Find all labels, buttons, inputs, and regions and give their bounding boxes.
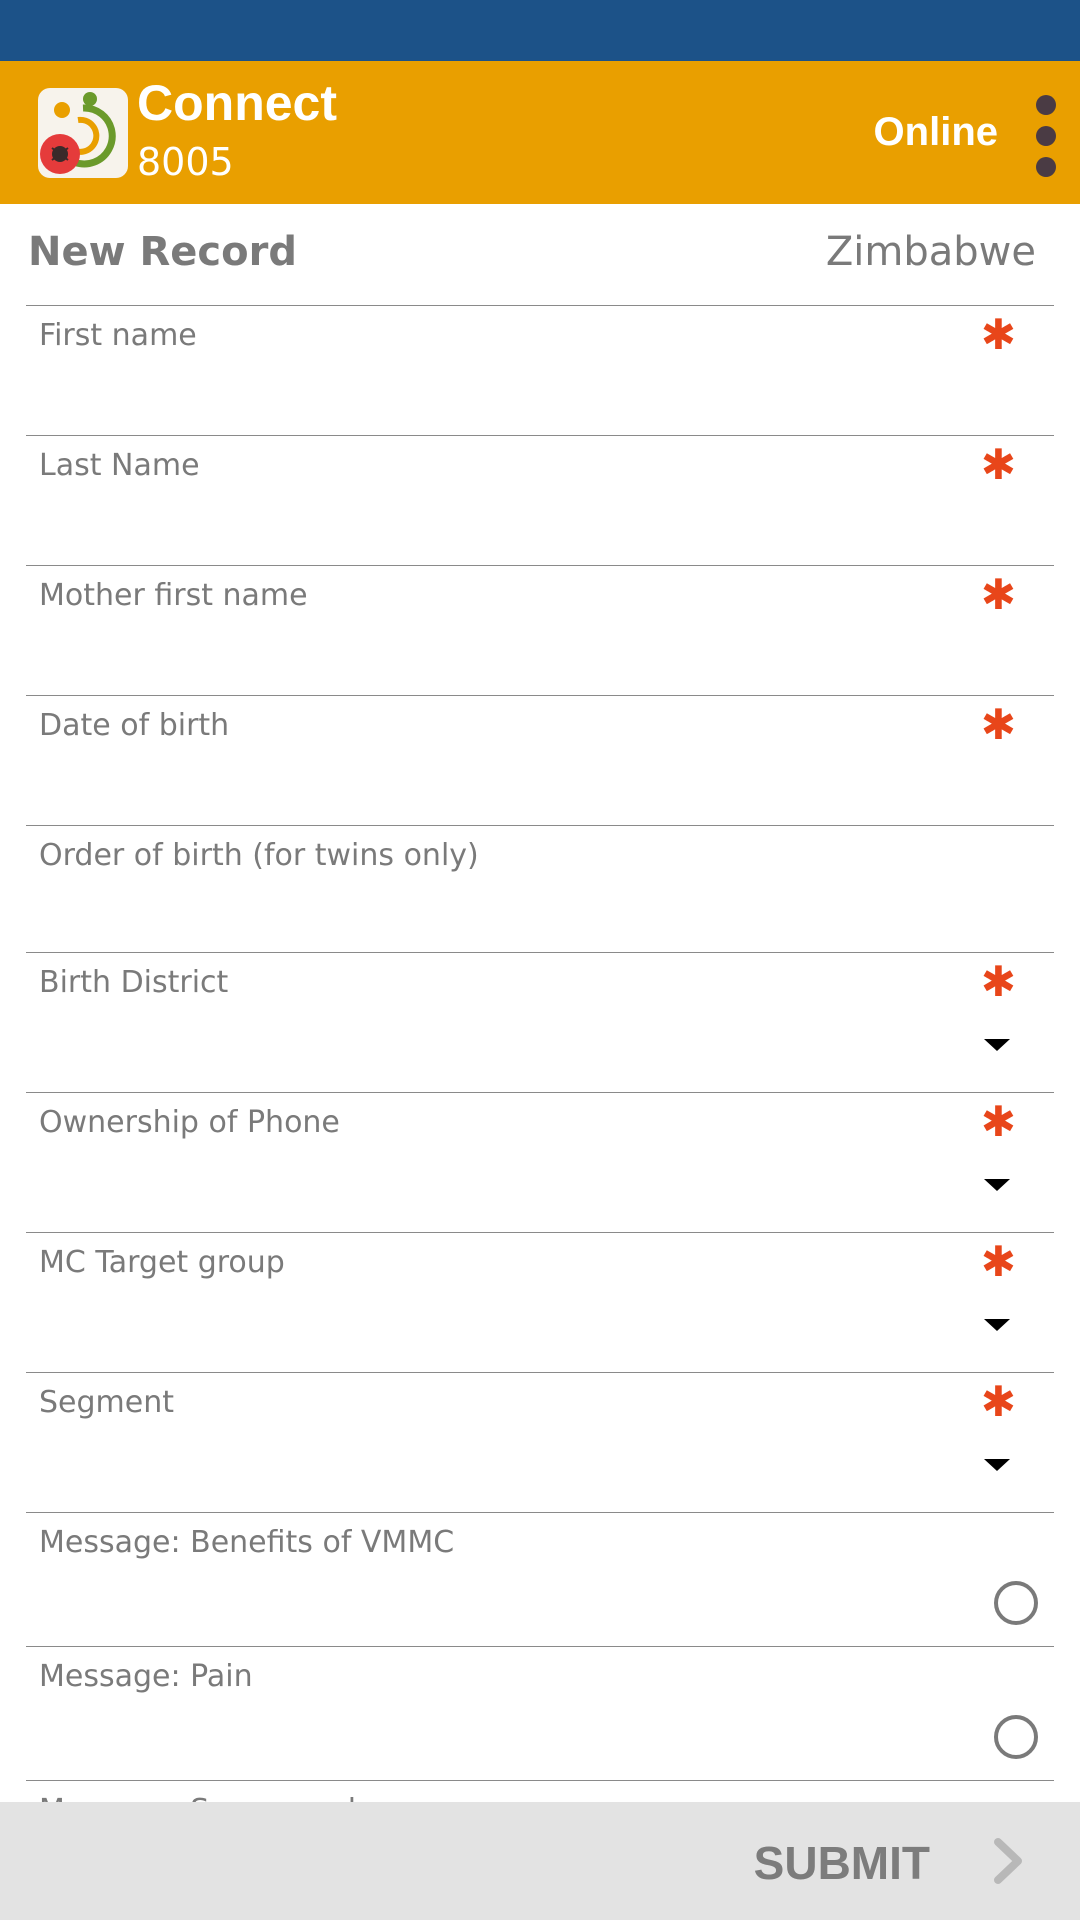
- dropdown-arrow-icon[interactable]: [984, 1459, 1010, 1471]
- app-bar: Connect 8005 Online: [0, 61, 1080, 204]
- first-name-input[interactable]: [36, 358, 1044, 427]
- order-of-birth-input[interactable]: [36, 878, 1044, 944]
- required-asterisk-icon: ✱: [980, 1237, 1016, 1286]
- page-title: New Record: [28, 229, 297, 275]
- dropdown-arrow-icon[interactable]: [984, 1039, 1010, 1051]
- record-form: First name ✱ Last Name ✱ Mother first na…: [26, 305, 1054, 1914]
- radio-button[interactable]: [994, 1581, 1038, 1625]
- required-asterisk-icon: ✱: [980, 440, 1016, 489]
- required-asterisk-icon: ✱: [980, 570, 1016, 619]
- required-asterisk-icon: ✱: [980, 1377, 1016, 1426]
- required-asterisk-icon: ✱: [980, 700, 1016, 749]
- submit-button[interactable]: SUBMIT: [754, 1840, 930, 1886]
- more-vert-icon[interactable]: [1022, 91, 1070, 181]
- field-label: Segment: [39, 1385, 174, 1420]
- field-last-name: Last Name ✱: [26, 435, 1054, 565]
- dropdown-arrow-icon[interactable]: [984, 1319, 1010, 1331]
- dropdown-arrow-icon[interactable]: [984, 1179, 1010, 1191]
- field-label: Date of birth: [39, 708, 230, 743]
- app-subtitle: 8005: [137, 140, 234, 184]
- required-asterisk-icon: ✱: [980, 310, 1016, 359]
- last-name-input[interactable]: [36, 488, 1044, 557]
- field-message-pain[interactable]: Message: Pain: [26, 1646, 1054, 1780]
- connect-logo-icon: [38, 88, 128, 178]
- country-label: Zimbabwe: [825, 229, 1036, 275]
- field-label: Last Name: [39, 448, 200, 483]
- field-message-benefits[interactable]: Message: Benefits of VMMC: [26, 1512, 1054, 1646]
- required-asterisk-icon: ✱: [980, 1097, 1016, 1146]
- radio-button[interactable]: [994, 1715, 1038, 1759]
- field-date-of-birth: Date of birth ✱: [26, 695, 1054, 825]
- field-label: First name: [39, 318, 197, 353]
- status-bar: [0, 0, 1080, 61]
- field-label: Mother first name: [39, 578, 308, 613]
- date-of-birth-input[interactable]: [36, 748, 1044, 817]
- connection-status: Online: [873, 110, 998, 154]
- required-asterisk-icon: ✱: [980, 957, 1016, 1006]
- field-label: Message: Benefits of VMMC: [39, 1525, 455, 1560]
- record-header: New Record Zimbabwe: [0, 204, 1080, 305]
- field-birth-district[interactable]: Birth District ✱: [26, 952, 1054, 1092]
- field-mother-first-name: Mother first name ✱: [26, 565, 1054, 695]
- mother-first-name-input[interactable]: [36, 618, 1044, 687]
- field-label: Birth District: [39, 965, 229, 1000]
- field-label: MC Target group: [39, 1245, 285, 1280]
- field-label: Ownership of Phone: [39, 1105, 340, 1140]
- chevron-right-icon[interactable]: [988, 1836, 1028, 1886]
- field-order-of-birth: Order of birth (for twins only): [26, 825, 1054, 952]
- field-mc-target-group[interactable]: MC Target group ✱: [26, 1232, 1054, 1372]
- field-first-name: First name ✱: [26, 305, 1054, 435]
- submit-bar[interactable]: SUBMIT: [0, 1802, 1080, 1920]
- field-ownership-of-phone[interactable]: Ownership of Phone ✱: [26, 1092, 1054, 1232]
- field-label: Message: Pain: [39, 1659, 253, 1694]
- field-segment[interactable]: Segment ✱: [26, 1372, 1054, 1512]
- field-label: Order of birth (for twins only): [39, 838, 479, 873]
- app-title: Connect: [137, 75, 337, 131]
